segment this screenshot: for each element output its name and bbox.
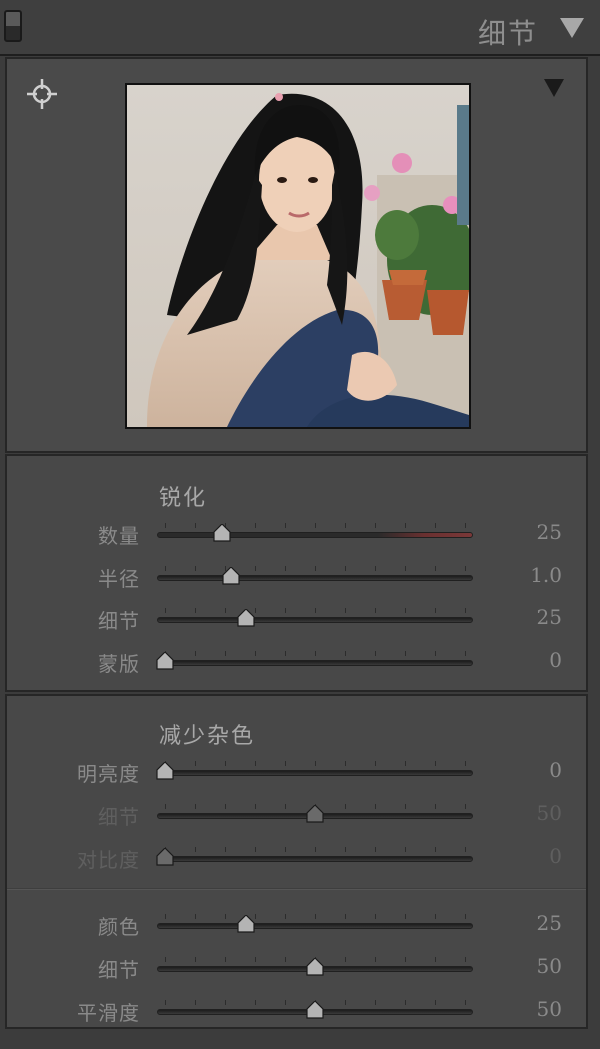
color-smoothness-slider-row: 平滑度 50 [7,991,586,1033]
radius-slider-thumb[interactable] [222,566,240,585]
masking-label: 蒙版 [98,651,140,676]
sharpening-section: 锐化 数量 25 半径 1.0 细节 25 蒙版 0 [5,454,588,692]
amount-tick-marks [157,523,473,529]
color-detail-label: 细节 [98,958,140,982]
sharpen-detail-tick-marks [157,608,473,614]
luminance-detail-value[interactable]: 50 [537,801,562,825]
panel-toggle-switch[interactable] [4,10,22,42]
collapse-triangle-icon[interactable] [560,18,584,38]
radius-value[interactable]: 1.0 [530,563,562,587]
target-adjust-icon[interactable] [25,77,59,111]
color-slider-thumb[interactable] [237,915,255,933]
detail-preview-area [5,57,588,453]
color-smoothness-value[interactable]: 50 [537,997,562,1021]
luminance-slider-track[interactable] [157,770,473,776]
luminance-slider-row: 明亮度 0 [7,752,586,794]
luminance-label: 明亮度 [77,762,140,786]
sharpen-detail-label: 细节 [98,609,140,633]
radius-tick-marks [157,565,473,572]
luminance-contrast-slider-track[interactable] [157,856,473,862]
luminance-tick-marks [157,761,473,767]
detail-preview-image[interactable] [125,83,471,429]
color-tick-marks [157,914,473,920]
sharpen-detail-slider-thumb[interactable] [237,609,255,627]
luminance-contrast-tick-marks [157,847,473,853]
sharpen-detail-slider-row: 细节 25 [7,599,586,641]
sharpening-title: 锐化 [159,486,208,511]
noise-reduction-title: 减少杂色 [159,724,256,749]
luminance-slider-thumb[interactable] [156,762,174,780]
luminance-contrast-slider-thumb[interactable] [156,848,174,866]
luminance-detail-slider-thumb[interactable] [306,805,324,823]
amount-label: 数量 [98,524,140,548]
luminance-detail-slider-row: 细节 50 [7,795,586,837]
radius-label: 半径 [98,566,140,591]
masking-value[interactable]: 0 [549,648,562,672]
radius-slider-track[interactable] [157,574,473,581]
color-value[interactable]: 25 [537,911,562,935]
amount-slider-row: 数量 25 [7,514,586,556]
luminance-contrast-slider-row: 对比度 0 [7,838,586,880]
masking-slider-row: 蒙版 0 [7,642,586,684]
color-smoothness-slider-thumb[interactable] [306,1001,324,1019]
luminance-contrast-label: 对比度 [77,848,140,872]
sharpen-detail-value[interactable]: 25 [537,605,562,629]
color-detail-slider-row: 细节 50 [7,948,586,990]
noise-divider [7,888,586,889]
luminance-detail-label: 细节 [98,805,140,829]
luminance-value[interactable]: 0 [549,758,562,782]
radius-slider-row: 半径 1.0 [7,557,586,599]
color-detail-slider-thumb[interactable] [306,958,324,976]
color-label: 颜色 [98,915,140,939]
noise-reduction-section: 减少杂色 明亮度 0 细节 50 对比度 0 颜色 25 细节 50 平滑度 50 [5,694,588,1029]
masking-slider-track[interactable] [157,659,473,666]
color-smoothness-label: 平滑度 [77,1001,140,1025]
panel-header[interactable]: 细节 [0,0,600,56]
preview-toggle-triangle-icon[interactable] [544,79,564,97]
masking-slider-thumb[interactable] [156,651,174,670]
amount-slider-thumb[interactable] [213,524,231,542]
portrait-photo [127,85,469,427]
amount-slider-track[interactable] [157,532,473,538]
sharpen-detail-slider-track[interactable] [157,617,473,623]
color-slider-row: 颜色 25 [7,905,586,947]
luminance-contrast-value[interactable]: 0 [549,844,562,868]
masking-tick-marks [157,650,473,657]
amount-value[interactable]: 25 [537,520,562,544]
color-slider-track[interactable] [157,923,473,929]
panel-title: 细节 [477,17,538,50]
color-detail-value[interactable]: 50 [537,954,562,978]
